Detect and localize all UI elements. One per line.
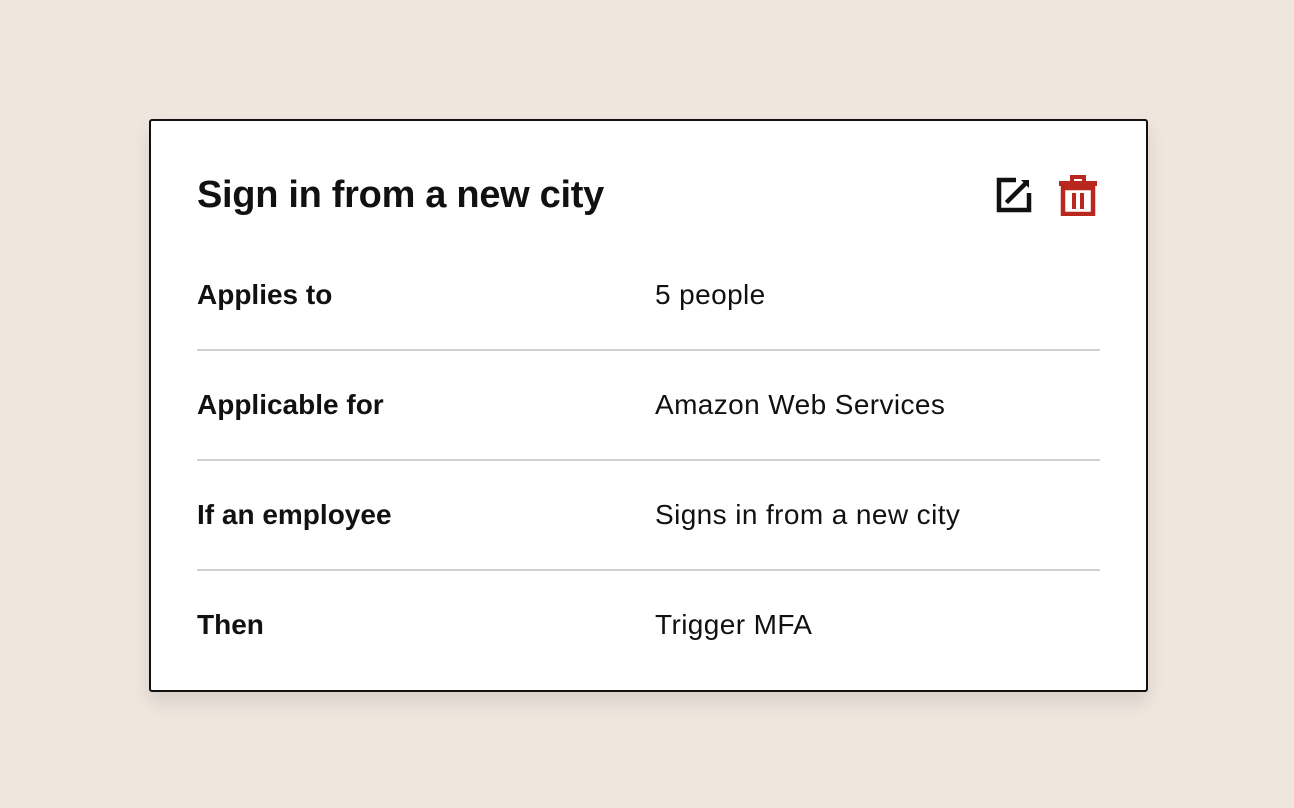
edit-icon	[995, 176, 1033, 214]
rule-details: Applies to 5 people Applicable for Amazo…	[197, 241, 1100, 681]
detail-value: Trigger MFA	[655, 609, 813, 640]
detail-row-condition: If an employee Signs in from a new city	[197, 461, 1100, 571]
detail-value: Amazon Web Services	[655, 389, 946, 420]
detail-label: Then	[197, 609, 264, 640]
detail-value: Signs in from a new city	[655, 499, 961, 530]
detail-label: Applicable for	[197, 389, 384, 420]
detail-row-applicable-for: Applicable for Amazon Web Services	[197, 351, 1100, 461]
detail-label: Applies to	[197, 279, 333, 310]
detail-value: 5 people	[655, 279, 766, 310]
detail-label: If an employee	[197, 499, 392, 530]
detail-row-applies-to: Applies to 5 people	[197, 241, 1100, 351]
rule-title: Sign in from a new city	[197, 174, 604, 216]
rule-card: Sign in from a new city Applies to 5 peo…	[149, 119, 1148, 692]
detail-row-action: Then Trigger MFA	[197, 571, 1100, 681]
trash-icon	[1058, 174, 1098, 216]
delete-button[interactable]	[1056, 173, 1100, 217]
card-header: Sign in from a new city	[197, 171, 1100, 221]
rule-actions	[992, 173, 1100, 217]
edit-button[interactable]	[992, 173, 1036, 217]
